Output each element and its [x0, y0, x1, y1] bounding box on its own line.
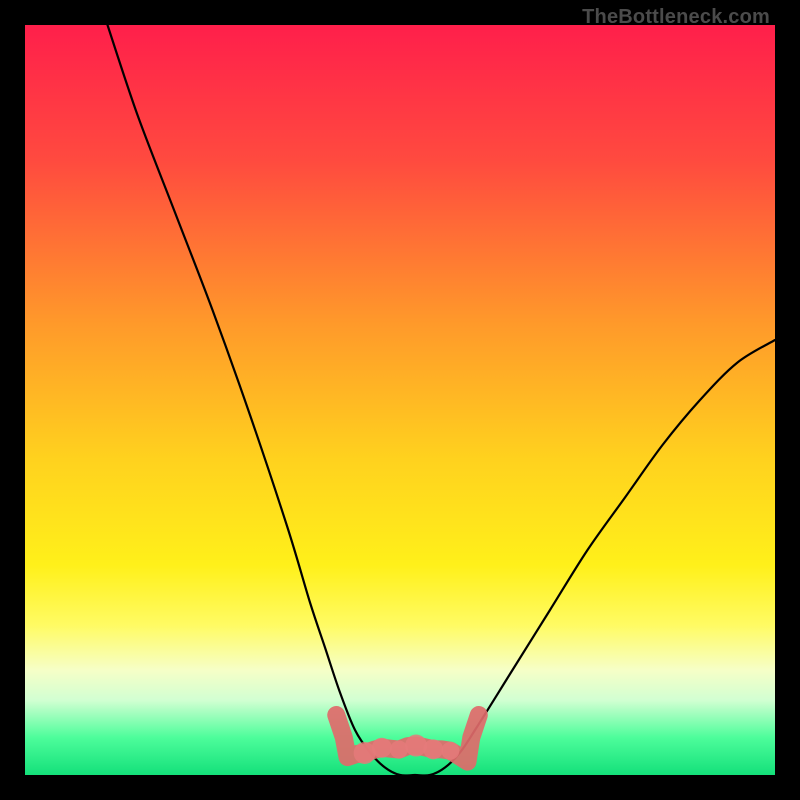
optimal-band-bead	[423, 739, 443, 759]
chart-svg	[25, 25, 775, 775]
optimal-band-bead	[405, 735, 427, 757]
optimal-band-bead	[372, 738, 392, 758]
gradient-background	[25, 25, 775, 775]
watermark-text: TheBottleneck.com	[582, 6, 770, 29]
chart-plot-area	[25, 25, 775, 775]
optimal-band-bead	[390, 741, 408, 759]
optimal-band-bead	[441, 742, 459, 760]
chart-frame: TheBottleneck.com	[0, 0, 800, 800]
